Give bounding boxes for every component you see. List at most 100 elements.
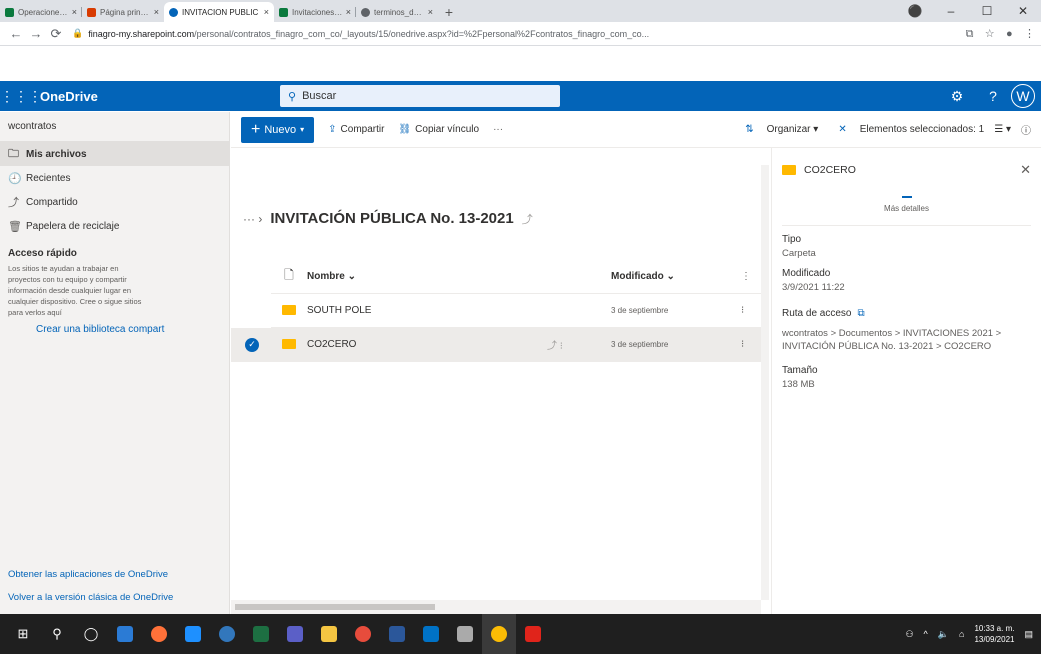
app-launcher-icon[interactable]: ⋮⋮⋮ — [0, 88, 42, 105]
settings-gear-icon[interactable]: ⚙ — [939, 88, 975, 105]
close-tab-icon[interactable]: × — [428, 7, 433, 17]
edge-icon[interactable] — [210, 614, 244, 654]
selected-count[interactable]: ✕ Elementos seleccionados: 1 — [828, 124, 984, 135]
search-icon: ⚲ — [288, 90, 297, 103]
tab-favicon-icon — [87, 7, 96, 17]
clock[interactable]: 10:33 a. m. 13/09/2021 — [974, 623, 1014, 645]
volume-icon[interactable]: 🔈 — [938, 629, 949, 640]
table-row-selected[interactable]: ✓ CO2CERO ⤴ ⁝ 3 de septiembre ⁝ — [231, 328, 761, 362]
maximize-button[interactable]: ☐ — [969, 4, 1005, 18]
scroll-thumb[interactable] — [235, 604, 435, 610]
help-icon[interactable]: ? — [975, 88, 1011, 104]
nav-item-shared[interactable]: ⤴ Compartido — [0, 190, 229, 214]
organize-button[interactable]: ⇅ Organizar ▾ — [735, 124, 818, 135]
new-button[interactable]: + Nuevo ▾ — [241, 116, 315, 143]
browser-tabstrip: Operaciones en línea × Página principal … — [0, 0, 1041, 22]
profile-icon[interactable]: ⚫ — [897, 4, 933, 18]
user-name: wcontratos — [0, 112, 229, 142]
store-icon[interactable] — [176, 614, 210, 654]
table-row[interactable]: SOUTH POLE 3 de septiembre ⁝ — [271, 294, 761, 328]
search-input[interactable]: ⚲ Buscar — [280, 85, 560, 107]
row-more-icon[interactable]: ⁝ — [741, 305, 757, 316]
star-icon[interactable]: ☆ — [985, 28, 995, 40]
close-tab-icon[interactable]: × — [346, 7, 351, 17]
checkmark-icon[interactable]: ✓ — [245, 337, 259, 352]
nav-item-recycle-bin[interactable]: 🗑 Papelera de reciclaje — [0, 214, 229, 238]
url-field[interactable]: 🔒 finagro-my.sharepoint.com /personal/co… — [72, 25, 952, 43]
close-tab-icon[interactable]: × — [72, 7, 77, 17]
people-icon[interactable]: ⚇ — [905, 629, 913, 640]
app-title[interactable]: OneDrive — [40, 89, 280, 104]
browser-gap — [0, 46, 1041, 81]
browser-tab[interactable]: Invitaciones públicas × — [274, 2, 356, 22]
file-explorer-icon[interactable] — [312, 614, 346, 654]
paint-icon[interactable] — [346, 614, 380, 654]
tab-favicon-icon — [279, 7, 288, 17]
info-icon[interactable]: ⓘ — [1021, 122, 1031, 137]
row-more-icon[interactable]: ⁝ — [741, 339, 757, 350]
new-tab-button[interactable]: + — [438, 2, 460, 22]
browser-tab[interactable]: Operaciones en línea × — [0, 2, 82, 22]
close-window-button[interactable]: ✕ — [1005, 4, 1041, 18]
path-value: wcontratos > Documentos > INVITACIONES 2… — [782, 328, 1002, 352]
search-icon[interactable]: ⚲ — [40, 614, 74, 654]
profile-icon[interactable]: ● — [1006, 28, 1013, 40]
column-modified[interactable]: Modificado ⌄ — [611, 271, 741, 282]
close-icon[interactable]: ✕ — [1020, 162, 1031, 178]
forward-icon[interactable]: → — [26, 26, 46, 41]
file-type-icon[interactable]: 🗋 — [271, 266, 307, 287]
horizontal-scrollbar[interactable] — [231, 600, 761, 614]
windows-start-icon[interactable]: ⊞ — [6, 614, 40, 654]
vertical-scrollbar[interactable] — [761, 165, 769, 600]
close-tab-icon[interactable]: × — [264, 7, 269, 17]
cast-icon[interactable]: ⧉ — [966, 28, 974, 40]
link-icon: ⛓ — [398, 124, 412, 135]
notifications-icon[interactable]: ▤ — [1024, 629, 1033, 640]
firefox-icon[interactable] — [142, 614, 176, 654]
back-icon[interactable]: ← — [6, 26, 26, 41]
edge-legacy-icon[interactable] — [108, 614, 142, 654]
sort-icon: ⇅ — [745, 124, 754, 135]
snipping-icon[interactable] — [448, 614, 482, 654]
browser-tab[interactable]: Página principal de × — [82, 2, 164, 22]
word-icon[interactable] — [380, 614, 414, 654]
create-library-link[interactable]: Crear una biblioteca compart — [0, 318, 229, 335]
folder-icon — [282, 304, 296, 315]
share-icon[interactable]: ⤴ — [522, 211, 533, 227]
chrome-icon[interactable] — [482, 614, 516, 654]
more-details-link[interactable]: Más detalles — [782, 196, 1031, 213]
avatar[interactable]: W — [1011, 84, 1035, 108]
copy-link-button[interactable]: ⛓ Copiar vínculo — [398, 124, 479, 135]
nav-item-my-files[interactable]: 🗀 Mis archivos — [0, 142, 229, 166]
chevron-up-icon[interactable]: ^ — [924, 629, 928, 639]
globe-icon — [361, 7, 370, 17]
nav-item-recent[interactable]: 🕘 Recientes — [0, 166, 229, 190]
share-icon[interactable]: ⤴ ⁝ — [547, 337, 611, 352]
minimize-button[interactable]: – — [933, 4, 969, 18]
clock-icon: 🕘 — [8, 172, 22, 185]
close-tab-icon[interactable]: × — [154, 7, 159, 17]
browser-tab-active[interactable]: INVITACION PUBLIC × — [164, 2, 274, 22]
browser-tab[interactable]: terminos_de_referen × — [356, 2, 438, 22]
trash-icon: 🗑 — [8, 220, 22, 233]
copy-icon[interactable]: ⧉ — [858, 308, 865, 319]
share-button[interactable]: ⇪ Compartir — [328, 124, 384, 135]
task-view-icon[interactable]: ◯ — [74, 614, 108, 654]
network-icon[interactable]: ⌂ — [959, 629, 964, 639]
reload-icon[interactable]: ⟳ — [46, 26, 66, 42]
get-apps-link[interactable]: Obtener las aplicaciones de OneDrive — [8, 568, 198, 581]
menu-icon[interactable]: ⋮ — [1024, 28, 1035, 40]
breadcrumb-overflow[interactable]: ··· › — [243, 212, 262, 226]
excel-icon[interactable] — [244, 614, 278, 654]
teams-icon[interactable] — [278, 614, 312, 654]
acrobat-icon[interactable] — [516, 614, 550, 654]
column-name[interactable]: Nombre ⌄ — [307, 271, 547, 282]
classic-view-link[interactable]: Volver a la versión clásica de OneDrive — [8, 591, 198, 604]
lock-icon: 🔒 — [72, 28, 84, 38]
outlook-icon[interactable] — [414, 614, 448, 654]
more-options-button[interactable]: ··· — [493, 124, 503, 135]
tab-favicon-icon — [5, 7, 14, 17]
file-list-area: ··· › INVITACIÓN PÚBLICA No. 13-2021 ⤴ 🗋… — [231, 148, 761, 600]
view-options-icon[interactable]: ☰ ▾ — [994, 124, 1011, 135]
page-title[interactable]: INVITACIÓN PÚBLICA No. 13-2021 — [270, 210, 513, 227]
